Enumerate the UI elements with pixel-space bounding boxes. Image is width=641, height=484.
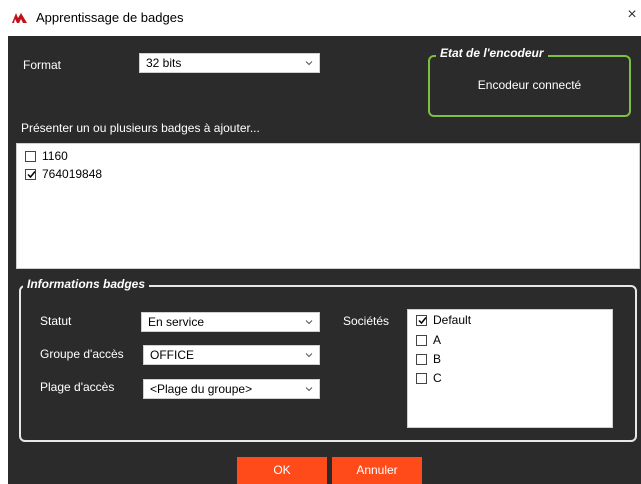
list-item[interactable]: A bbox=[416, 332, 441, 348]
encoder-status-box: Etat de l'encodeur Encodeur connecté bbox=[428, 46, 631, 117]
title-bar: Apprentissage de badges × bbox=[0, 0, 641, 36]
encoder-legend: Etat de l'encodeur bbox=[436, 46, 548, 60]
statut-label: Statut bbox=[40, 314, 72, 328]
app-logo-icon bbox=[12, 13, 27, 23]
groupe-select-value: OFFICE bbox=[150, 348, 194, 362]
statut-select-value: En service bbox=[148, 315, 205, 329]
chevron-down-icon bbox=[305, 320, 313, 325]
ok-button[interactable]: OK bbox=[237, 457, 327, 484]
cancel-button[interactable]: Annuler bbox=[332, 457, 422, 484]
close-icon[interactable]: × bbox=[625, 7, 639, 23]
format-select-value: 32 bits bbox=[146, 56, 182, 70]
checkbox[interactable] bbox=[25, 168, 36, 180]
checkbox[interactable] bbox=[416, 372, 427, 384]
checkbox[interactable] bbox=[416, 314, 427, 326]
chevron-down-icon bbox=[305, 353, 313, 358]
dialog-body: Format 32 bits Etat de l'encodeur Encode… bbox=[8, 36, 641, 484]
statut-select[interactable]: En service bbox=[141, 312, 320, 332]
societe-label: C bbox=[433, 371, 442, 385]
societe-label: Default bbox=[433, 313, 472, 327]
chevron-down-icon bbox=[305, 387, 313, 392]
format-label: Format bbox=[23, 58, 62, 72]
list-item[interactable]: Default bbox=[416, 312, 471, 328]
plage-select[interactable]: <Plage du groupe> bbox=[143, 379, 320, 399]
badge-label: 1160 bbox=[42, 149, 68, 163]
societe-label: B bbox=[433, 352, 442, 366]
list-item[interactable]: 1160 bbox=[25, 148, 68, 164]
list-item[interactable]: B bbox=[416, 351, 441, 367]
plage-select-value: <Plage du groupe> bbox=[150, 382, 253, 396]
checkbox[interactable] bbox=[416, 353, 427, 365]
list-item[interactable]: C bbox=[416, 370, 442, 386]
checkbox[interactable] bbox=[416, 334, 427, 346]
societes-label: Sociétés bbox=[343, 314, 390, 328]
checkbox[interactable] bbox=[25, 150, 36, 162]
plage-label: Plage d'accès bbox=[40, 380, 115, 394]
checkmark-icon bbox=[27, 170, 36, 178]
societes-list[interactable]: Default A B C bbox=[407, 309, 613, 428]
encoder-status-text: Encodeur connecté bbox=[477, 78, 582, 92]
info-legend: Informations badges bbox=[23, 277, 150, 291]
list-item[interactable]: 764019848 bbox=[25, 166, 102, 182]
window-title: Apprentissage de badges bbox=[36, 10, 184, 25]
format-select[interactable]: 32 bits bbox=[139, 53, 320, 73]
groupe-label: Groupe d'accès bbox=[40, 347, 124, 361]
badges-prompt: Présenter un ou plusieurs badges à ajout… bbox=[21, 121, 260, 135]
groupe-select[interactable]: OFFICE bbox=[143, 345, 320, 365]
checkmark-icon bbox=[418, 316, 427, 324]
societe-label: A bbox=[433, 333, 442, 347]
badge-label: 764019848 bbox=[42, 167, 103, 181]
badges-list[interactable]: 1160 764019848 bbox=[16, 143, 640, 269]
chevron-down-icon bbox=[305, 61, 313, 66]
